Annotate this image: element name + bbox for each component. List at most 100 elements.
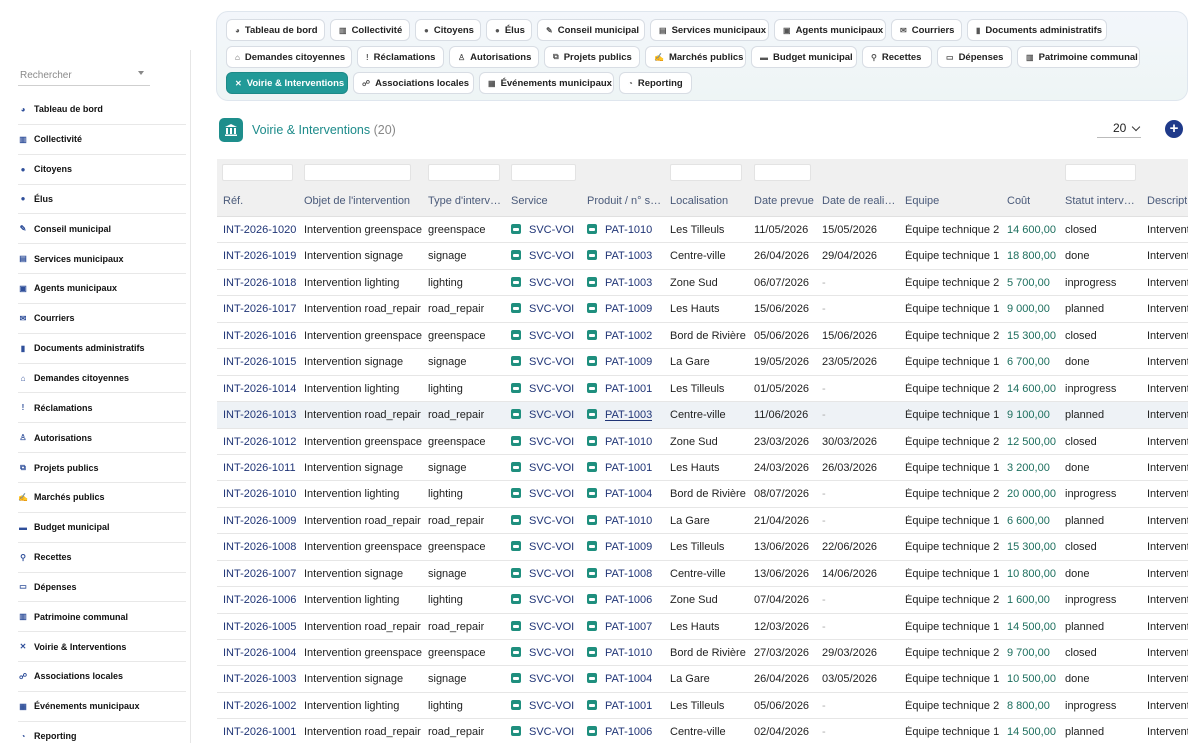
cell-produit[interactable]: PAT-1007	[587, 620, 652, 633]
cell-ref[interactable]: INT-2026-1017	[223, 303, 296, 315]
sidebar-item[interactable]: ◕ Tableau de bord	[18, 95, 186, 125]
table-row[interactable]: INT-2026-1001 Intervention road_repair roa…	[217, 719, 1188, 743]
column-header[interactable]: Statut interv…	[1065, 195, 1135, 207]
tab[interactable]: ✍ Marchés publics	[645, 46, 746, 68]
cell-ref[interactable]: INT-2026-1015	[223, 356, 296, 368]
column-header[interactable]: Réf.	[223, 195, 243, 207]
cell-produit[interactable]: PAT-1002	[587, 329, 652, 342]
cell-produit[interactable]: PAT-1009	[587, 541, 652, 553]
cell-produit[interactable]: PAT-1001	[587, 699, 652, 712]
cell-produit[interactable]: PAT-1006	[587, 594, 652, 606]
cell-service[interactable]: SVC-VOI	[511, 620, 574, 633]
cell-produit[interactable]: PAT-1006	[587, 726, 652, 738]
cell-service[interactable]: SVC-VOI	[511, 303, 574, 315]
table-row[interactable]: INT-2026-1012 Intervention greenspace gree…	[217, 429, 1188, 455]
table-row[interactable]: INT-2026-1005 Intervention road_repair roa…	[217, 614, 1188, 640]
column-filter-input[interactable]	[754, 164, 811, 181]
cell-service[interactable]: SVC-VOI	[511, 726, 574, 738]
cell-ref[interactable]: INT-2026-1011	[223, 462, 296, 474]
table-row[interactable]: INT-2026-1014 Intervention lighting lighti…	[217, 376, 1188, 403]
cell-service[interactable]: SVC-VOI	[511, 647, 574, 659]
tab[interactable]: ▦ Événements municipaux	[479, 72, 614, 94]
table-row[interactable]: INT-2026-1016 Intervention greenspace gree…	[217, 323, 1188, 350]
column-header[interactable]: Type d'interv…	[428, 195, 501, 207]
column-header[interactable]: Coût	[1007, 195, 1030, 207]
sidebar-item[interactable]: ⚲ Recettes	[18, 543, 186, 573]
column-filter-input[interactable]	[670, 164, 742, 181]
cell-service[interactable]: SVC-VOI	[511, 435, 574, 448]
cell-service[interactable]: SVC-VOI	[511, 567, 574, 580]
cell-service[interactable]: SVC-VOI	[511, 514, 574, 527]
tab[interactable]: ● Citoyens	[415, 19, 481, 41]
table-row[interactable]: INT-2026-1002 Intervention lighting lighti…	[217, 693, 1188, 720]
column-filter-input[interactable]	[428, 164, 500, 181]
tab[interactable]: ▤ Services municipaux	[650, 19, 769, 41]
sidebar-item[interactable]: ✎ Conseil municipal	[18, 214, 186, 245]
table-row[interactable]: INT-2026-1011 Intervention signage signage…	[217, 455, 1188, 482]
cell-produit[interactable]: PAT-1003	[587, 250, 652, 262]
column-header[interactable]: Produit / n° s…	[587, 195, 661, 207]
table-row[interactable]: INT-2026-1006 Intervention lighting lighti…	[217, 587, 1188, 614]
column-header[interactable]: Service	[511, 195, 548, 207]
cell-produit[interactable]: PAT-1001	[587, 382, 652, 395]
column-filter-input[interactable]	[304, 164, 411, 181]
cell-produit[interactable]: PAT-1003	[587, 409, 652, 421]
tab[interactable]: ✉ Courriers	[891, 19, 962, 41]
tab[interactable]: ▬ Budget municipal	[751, 46, 857, 68]
sidebar-item[interactable]: ✉ Courriers	[18, 304, 186, 334]
cell-service[interactable]: SVC-VOI	[511, 594, 574, 606]
cell-service[interactable]: SVC-VOI	[511, 276, 574, 289]
table-row[interactable]: INT-2026-1019 Intervention signage signage…	[217, 243, 1188, 270]
table-row[interactable]: INT-2026-1018 Intervention lighting lighti…	[217, 270, 1188, 297]
cell-produit[interactable]: PAT-1010	[587, 435, 652, 448]
sidebar-item[interactable]: ▤ Services municipaux	[18, 244, 186, 275]
search-input[interactable]	[18, 66, 150, 86]
sidebar-item[interactable]: ▮ Documents administratifs	[18, 334, 186, 364]
cell-service[interactable]: SVC-VOI	[511, 409, 574, 421]
cell-produit[interactable]: PAT-1008	[587, 567, 652, 580]
cell-ref[interactable]: INT-2026-1005	[223, 621, 296, 633]
cell-produit[interactable]: PAT-1009	[587, 356, 652, 368]
column-header[interactable]: Date prevue	[754, 195, 814, 207]
add-record-button[interactable]: +	[1165, 120, 1183, 138]
sidebar-item[interactable]: ▬ Budget municipal	[18, 513, 186, 543]
sidebar-item[interactable]: ● Élus	[18, 185, 186, 215]
cell-produit[interactable]: PAT-1001	[587, 461, 652, 474]
cell-ref[interactable]: INT-2026-1020	[223, 224, 296, 236]
cell-ref[interactable]: INT-2026-1013	[223, 409, 296, 421]
tab[interactable]: ▥ Collectivité	[330, 19, 410, 41]
tab[interactable]: ⌂ Demandes citoyennes	[226, 46, 352, 68]
cell-produit[interactable]: PAT-1010	[587, 514, 652, 527]
tab[interactable]: ● Élus	[486, 19, 532, 41]
sidebar-item[interactable]: ✍ Marchés publics	[18, 483, 186, 513]
column-header[interactable]: Localisation	[670, 195, 728, 207]
chevron-down-icon[interactable]	[138, 71, 144, 75]
tab[interactable]: ◔ Reporting	[619, 72, 692, 94]
table-row[interactable]: INT-2026-1010 Intervention lighting lighti…	[217, 481, 1188, 508]
cell-produit[interactable]: PAT-1010	[587, 647, 652, 659]
cell-ref[interactable]: INT-2026-1016	[223, 330, 296, 342]
table-row[interactable]: INT-2026-1020 Intervention greenspace gree…	[217, 217, 1188, 244]
table-row[interactable]: INT-2026-1015 Intervention signage signage…	[217, 349, 1188, 376]
tab[interactable]: ☍ Associations locales	[353, 72, 474, 94]
column-filter-input[interactable]	[1065, 164, 1136, 181]
cell-ref[interactable]: INT-2026-1006	[223, 594, 296, 606]
cell-ref[interactable]: INT-2026-1008	[223, 541, 296, 553]
cell-service[interactable]: SVC-VOI	[511, 250, 574, 262]
cell-produit[interactable]: PAT-1004	[587, 488, 652, 500]
cell-ref[interactable]: INT-2026-1009	[223, 515, 296, 527]
cell-ref[interactable]: INT-2026-1007	[223, 568, 296, 580]
sidebar-item[interactable]: ! Réclamations	[18, 393, 186, 424]
table-row[interactable]: INT-2026-1007 Intervention signage signage…	[217, 561, 1188, 588]
tab[interactable]: ⚲ Recettes	[862, 46, 932, 68]
per-page-select[interactable]: 20	[1097, 118, 1141, 138]
cell-service[interactable]: SVC-VOI	[511, 488, 574, 500]
table-row[interactable]: INT-2026-1004 Intervention greenspace gree…	[217, 640, 1188, 667]
tab[interactable]: ! Réclamations	[357, 46, 444, 68]
cell-ref[interactable]: INT-2026-1014	[223, 383, 296, 395]
column-header[interactable]: Equipe	[905, 195, 939, 207]
cell-produit[interactable]: PAT-1009	[587, 303, 652, 315]
cell-service[interactable]: SVC-VOI	[511, 329, 574, 342]
tab[interactable]: ▣ Agents municipaux	[774, 19, 886, 41]
tab[interactable]: ▥ Patrimoine communal	[1017, 46, 1140, 68]
